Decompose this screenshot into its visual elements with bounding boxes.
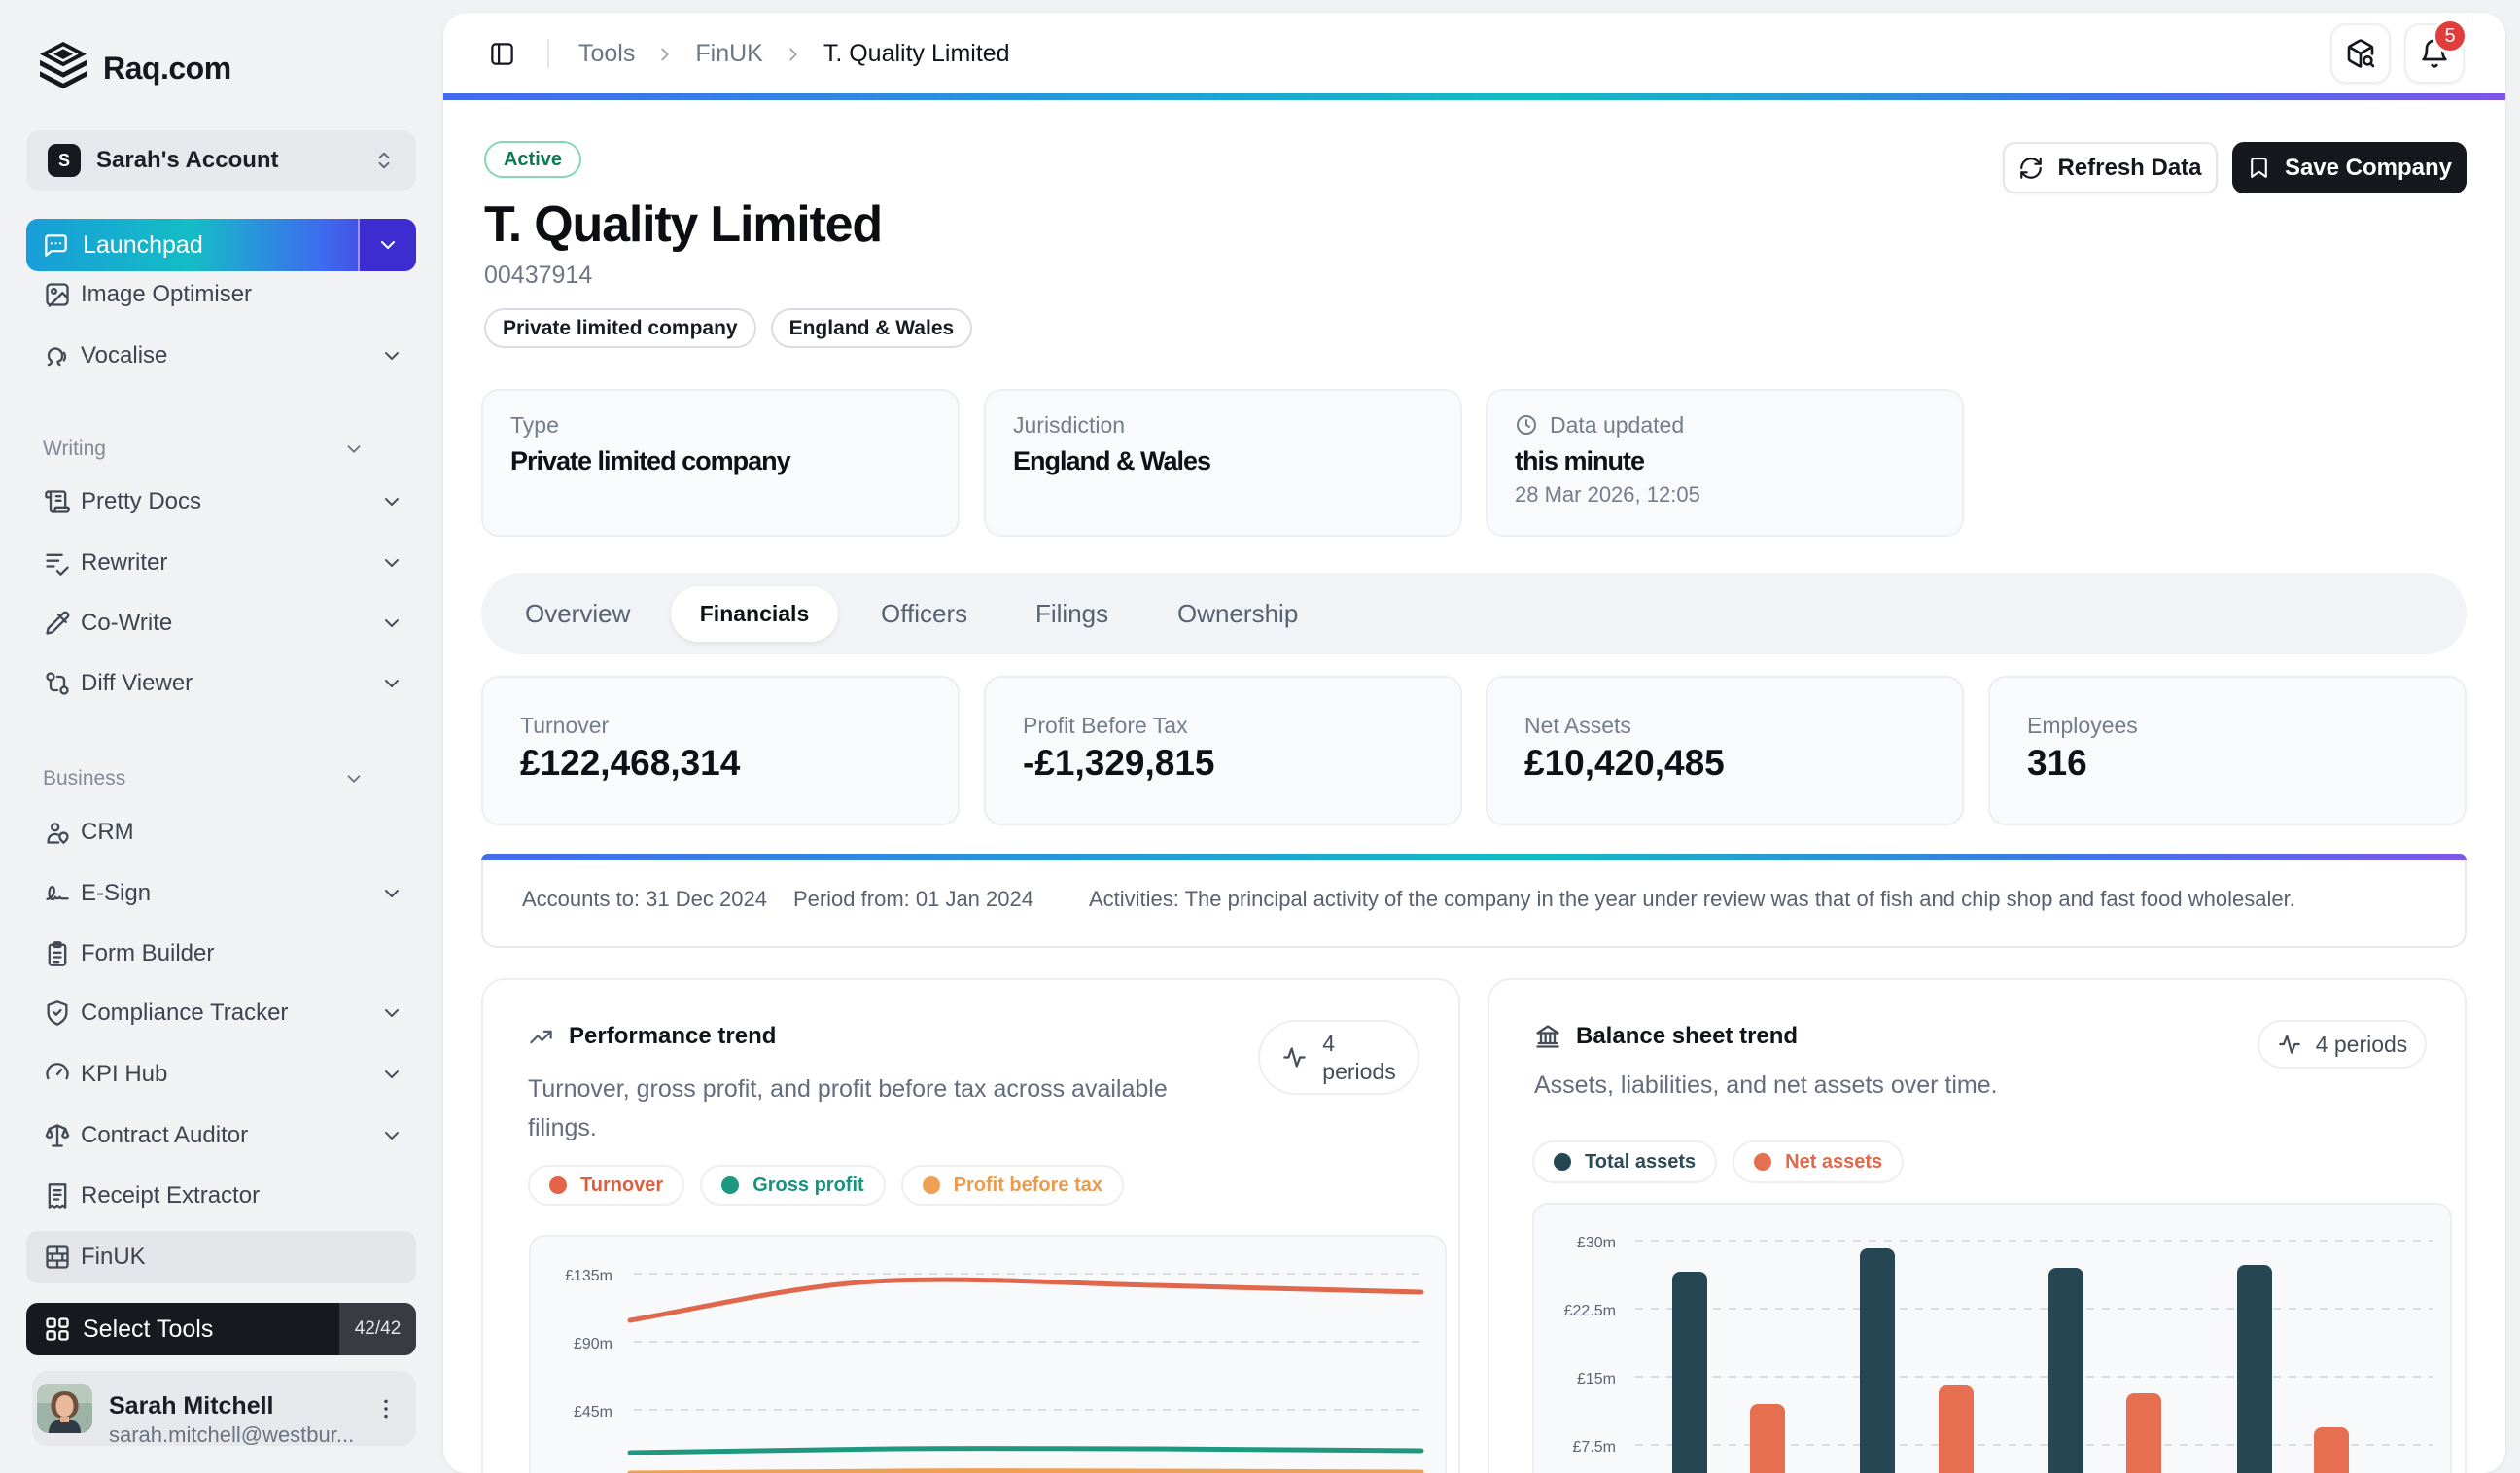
svg-text:£90m: £90m: [574, 1336, 612, 1352]
svg-text:£22.5m: £22.5m: [1564, 1303, 1616, 1319]
svg-text:£45m: £45m: [574, 1404, 612, 1420]
svg-text:£30m: £30m: [1577, 1235, 1616, 1251]
svg-text:£7.5m: £7.5m: [1573, 1439, 1616, 1455]
svg-text:£15m: £15m: [1577, 1371, 1616, 1387]
svg-text:£135m: £135m: [565, 1268, 612, 1284]
